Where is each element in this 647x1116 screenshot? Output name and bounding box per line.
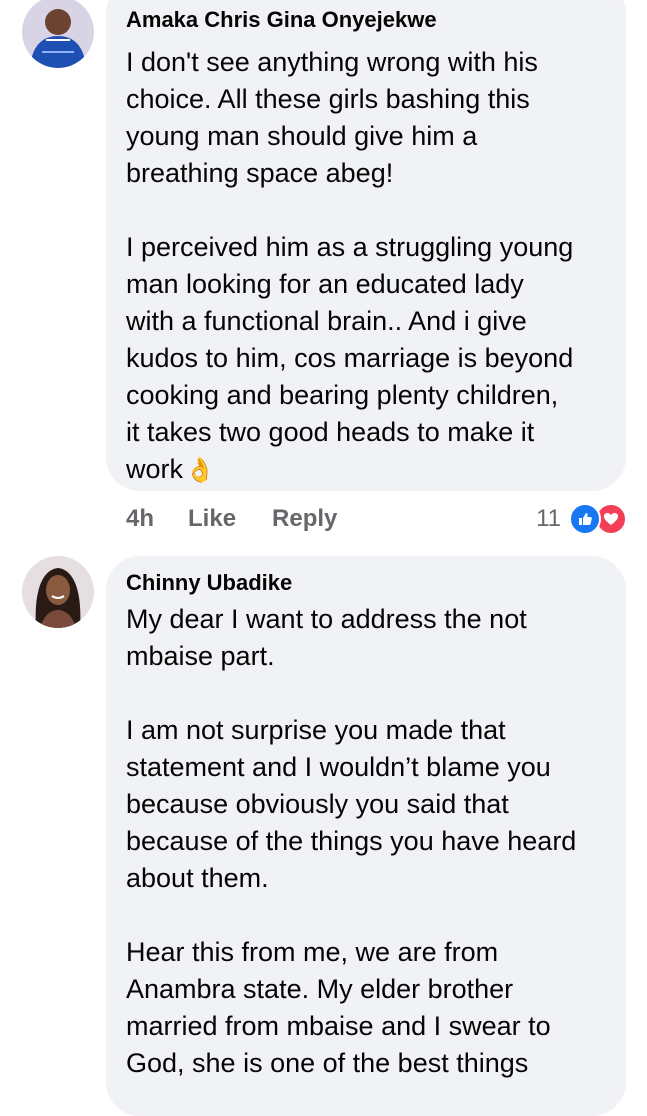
comment-line: work👌 <box>126 451 606 489</box>
comment-line: I don't see anything wrong with his <box>126 47 538 77</box>
comment-line: I perceived him as a struggling young <box>126 232 574 262</box>
reaction-summary[interactable]: 11 <box>536 503 627 535</box>
comment-author[interactable]: Amaka Chris Gina Onyejekwe <box>126 5 606 35</box>
comment-text: My dear I want to address the not mbaise… <box>126 601 606 1082</box>
comment-line-text: work <box>126 454 184 484</box>
comment-line: choice. All these girls bashing this <box>126 84 530 114</box>
comment-line: with a functional brain.. And i give <box>126 306 527 336</box>
comment-line: mbaise part. <box>126 641 275 671</box>
comment-line: because of the things you have heard <box>126 826 577 856</box>
comment-line: Anambra state. My elder brother <box>126 974 514 1004</box>
comment-bubble: Chinny Ubadike My dear I want to address… <box>106 556 626 1116</box>
avatar[interactable] <box>22 556 94 628</box>
comment-line: young man should give him a <box>126 121 478 151</box>
comment-line: God, she is one of the best things <box>126 1048 529 1078</box>
woman-in-blue-lace-avatar <box>22 0 94 68</box>
comment-text: I don't see anything wrong with his choi… <box>126 44 606 489</box>
comment-line: breathing space abeg! <box>126 158 394 188</box>
comment-line: My dear I want to address the not <box>126 604 527 634</box>
comment-bubble: Amaka Chris Gina Onyejekwe I don't see a… <box>106 0 626 491</box>
comment-actions: 4h Like Reply <box>126 503 371 535</box>
comment-line: kudos to him, cos marriage is beyond <box>126 343 574 373</box>
comment-line: I am not surprise you made that <box>126 715 506 745</box>
comment-line: married from mbaise and I swear to <box>126 1011 551 1041</box>
woman-smiling-avatar <box>22 556 94 628</box>
comment-line: statement and I wouldn’t blame you <box>126 752 551 782</box>
reply-button[interactable]: Reply <box>272 505 337 533</box>
reaction-count: 11 <box>536 505 561 532</box>
comment-line: cooking and bearing plenty children, <box>126 380 559 410</box>
comment-timestamp[interactable]: 4h <box>126 505 154 533</box>
comment-author[interactable]: Chinny Ubadike <box>126 568 606 598</box>
comment-line: because obviously you said that <box>126 789 509 819</box>
comment-line: man looking for an educated lady <box>126 269 524 299</box>
ok-hand-emoji-icon: 👌 <box>185 457 215 484</box>
comment-line: Hear this from me, we are from <box>126 937 499 967</box>
like-button[interactable]: Like <box>188 505 236 533</box>
comment-line: about them. <box>126 863 269 893</box>
like-icon <box>569 503 601 535</box>
avatar[interactable] <box>22 0 94 68</box>
comment-line: it takes two good heads to make it <box>126 417 535 447</box>
